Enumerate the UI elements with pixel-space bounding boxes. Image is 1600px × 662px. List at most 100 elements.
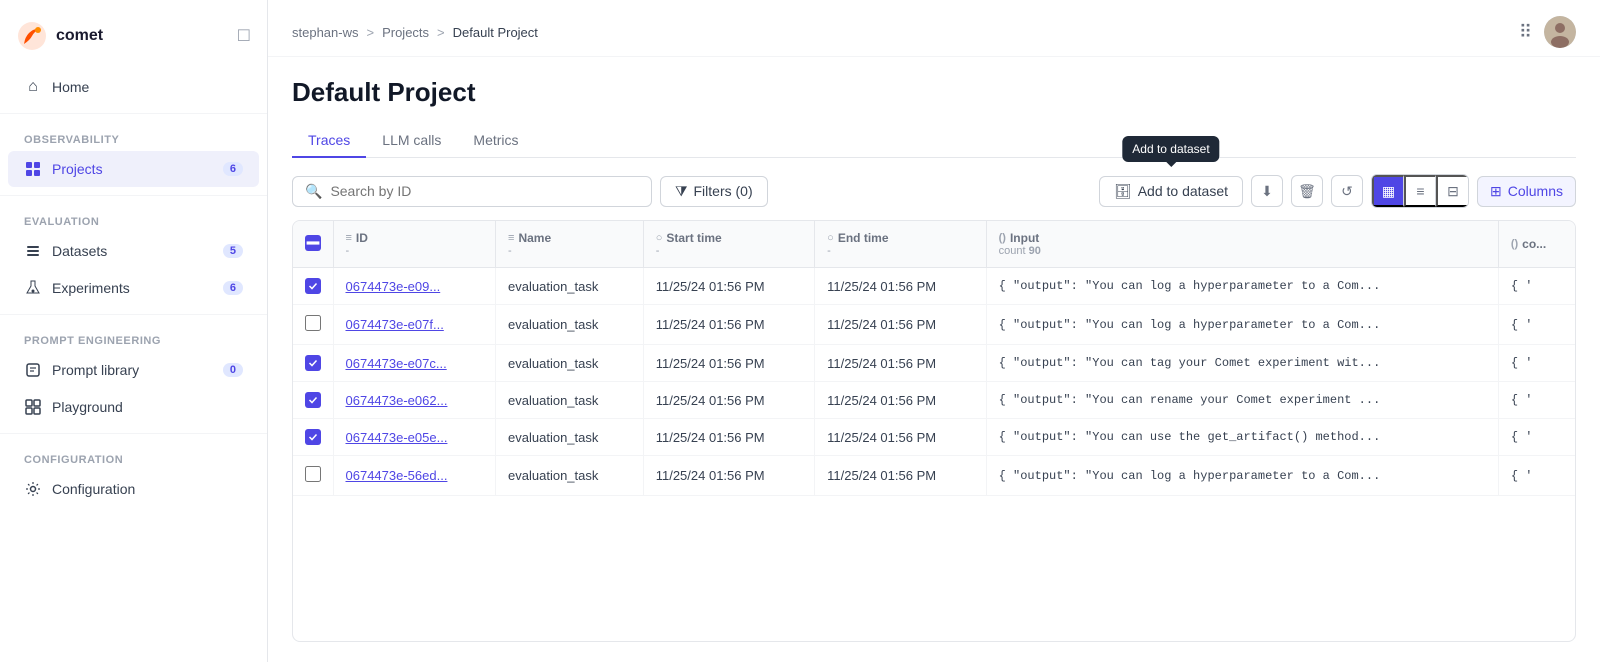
table-body: 0674473e-e09... evaluation_task 11/25/24…	[293, 268, 1575, 496]
datasets-badge: 5	[223, 244, 243, 258]
row-start-time-0: 11/25/24 01:56 PM	[643, 268, 814, 305]
row-checkbox-5[interactable]	[305, 466, 321, 482]
breadcrumb-sep-2: >	[437, 25, 445, 40]
traces-table: ≡ ID - ≡ Name -	[293, 221, 1575, 496]
download-button[interactable]: ⬇	[1251, 175, 1283, 207]
columns-button[interactable]: ⊞ Columns	[1477, 176, 1576, 207]
th-id: ≡ ID -	[333, 221, 496, 268]
row-output-2: { '	[1498, 345, 1575, 382]
row-checkbox-1[interactable]	[305, 315, 321, 331]
row-checkbox-4[interactable]	[305, 429, 321, 445]
trash-icon: 🗑	[1298, 183, 1316, 200]
sidebar-item-configuration[interactable]: Configuration	[8, 471, 259, 507]
th-name-label: Name	[518, 231, 551, 245]
row-start-time-2: 11/25/24 01:56 PM	[643, 345, 814, 382]
row-output-3: { '	[1498, 382, 1575, 419]
row-id-2: 0674473e-e07c...	[333, 345, 496, 382]
sidebar-item-prompt-library[interactable]: Prompt library 0	[8, 352, 259, 388]
sidebar-nav: ⌂ Home Observability Projects 6 Evaluati…	[0, 68, 267, 650]
search-input[interactable]	[330, 183, 639, 199]
row-checkbox-0[interactable]	[305, 278, 321, 294]
configuration-icon	[24, 480, 42, 498]
row-id-link-5[interactable]: 0674473e-56ed...	[346, 468, 448, 483]
row-checkbox-cell-4[interactable]	[293, 419, 333, 456]
avatar[interactable]	[1544, 16, 1576, 48]
evaluation-section-title: Evaluation	[0, 204, 267, 232]
row-checkbox-cell-1[interactable]	[293, 305, 333, 345]
breadcrumb-projects[interactable]: Projects	[382, 25, 429, 40]
database-icon: 🗄	[1114, 183, 1132, 200]
columns-icon: ⊞	[1490, 183, 1502, 200]
experiments-label: Experiments	[52, 280, 213, 296]
list-view-icon: ≡	[1416, 183, 1424, 199]
sidebar-item-experiments[interactable]: Experiments 6	[8, 270, 259, 306]
delete-button[interactable]: 🗑	[1291, 175, 1323, 207]
grid-apps-icon[interactable]: ⠿	[1519, 22, 1532, 43]
sidebar: comet ☐ ⌂ Home Observability Projects 6	[0, 0, 268, 662]
sidebar-item-home[interactable]: ⌂ Home	[8, 69, 259, 105]
row-checkbox-2[interactable]	[305, 355, 321, 371]
row-id-3: 0674473e-e062...	[333, 382, 496, 419]
row-checkbox-cell-5[interactable]	[293, 456, 333, 496]
sidebar-item-projects[interactable]: Projects 6	[8, 151, 259, 187]
th-name: ≡ Name -	[496, 221, 644, 268]
table-row: 0674473e-e09... evaluation_task 11/25/24…	[293, 268, 1575, 305]
prompt-library-badge: 0	[223, 363, 243, 377]
row-id-link-4[interactable]: 0674473e-e05e...	[346, 430, 448, 445]
logo-area: comet ☐	[0, 12, 267, 68]
home-icon: ⌂	[24, 78, 42, 96]
add-dataset-label: Add to dataset	[1138, 183, 1228, 199]
tab-traces[interactable]: Traces	[292, 124, 366, 158]
row-name-4: evaluation_task	[496, 419, 644, 456]
th-start-time: ○ Start time -	[643, 221, 814, 268]
logo-text: comet	[56, 27, 103, 45]
end-time-col-icon: ○	[827, 232, 834, 244]
refresh-button[interactable]: ↺	[1331, 175, 1363, 207]
tabs: Traces LLM calls Metrics	[292, 124, 1576, 158]
row-checkbox-3[interactable]	[305, 392, 321, 408]
table-row: 0674473e-e07c... evaluation_task 11/25/2…	[293, 345, 1575, 382]
table-container: ≡ ID - ≡ Name -	[292, 220, 1576, 642]
row-id-4: 0674473e-e05e...	[333, 419, 496, 456]
th-select-all[interactable]	[293, 221, 333, 268]
row-input-4: { "output": "You can use the get_artifac…	[986, 419, 1498, 456]
experiments-badge: 6	[223, 281, 243, 295]
row-id-link-1[interactable]: 0674473e-e07f...	[346, 317, 444, 332]
select-all-checkbox[interactable]	[305, 235, 321, 251]
tab-llm-calls[interactable]: LLM calls	[366, 124, 457, 158]
tab-metrics[interactable]: Metrics	[457, 124, 534, 158]
add-dataset-wrapper: 🗄 Add to dataset Add to dataset	[1099, 176, 1243, 207]
sidebar-collapse-button[interactable]: ☐	[237, 26, 251, 46]
row-checkbox-cell-0[interactable]	[293, 268, 333, 305]
filter-button[interactable]: ⧩ Filters (0)	[660, 176, 768, 207]
row-checkbox-cell-3[interactable]	[293, 382, 333, 419]
th-input: () Input count 90	[986, 221, 1498, 268]
view-compact-button[interactable]: ⊟	[1436, 175, 1468, 207]
start-time-col-icon: ○	[656, 232, 663, 244]
row-input-5: { "output": "You can log a hyperparamete…	[986, 456, 1498, 496]
row-input-1: { "output": "You can log a hyperparamete…	[986, 305, 1498, 345]
add-to-dataset-button[interactable]: 🗄 Add to dataset	[1099, 176, 1243, 207]
name-col-icon: ≡	[508, 232, 514, 244]
breadcrumb-current: Default Project	[453, 25, 538, 40]
th-end-time-label: End time	[838, 231, 889, 245]
view-list-button[interactable]: ≡	[1404, 175, 1436, 207]
table-row: 0674473e-e062... evaluation_task 11/25/2…	[293, 382, 1575, 419]
sidebar-item-playground[interactable]: Playground	[8, 389, 259, 425]
main-content: stephan-ws > Projects > Default Project …	[268, 0, 1600, 662]
row-id-link-0[interactable]: 0674473e-e09...	[346, 279, 441, 294]
sidebar-item-datasets[interactable]: Datasets 5	[8, 233, 259, 269]
playground-icon	[24, 398, 42, 416]
view-grid-button[interactable]: ▦	[1372, 175, 1404, 207]
row-id-1: 0674473e-e07f...	[333, 305, 496, 345]
row-start-time-4: 11/25/24 01:56 PM	[643, 419, 814, 456]
breadcrumb-workspace[interactable]: stephan-ws	[292, 25, 358, 40]
prompt-engineering-section-title: Prompt engineering	[0, 323, 267, 351]
search-box[interactable]: 🔍	[292, 176, 652, 207]
row-output-1: { '	[1498, 305, 1575, 345]
row-end-time-3: 11/25/24 01:56 PM	[815, 382, 986, 419]
row-id-link-3[interactable]: 0674473e-e062...	[346, 393, 448, 408]
row-checkbox-cell-2[interactable]	[293, 345, 333, 382]
sidebar-item-home-label: Home	[52, 79, 243, 95]
row-id-link-2[interactable]: 0674473e-e07c...	[346, 356, 447, 371]
